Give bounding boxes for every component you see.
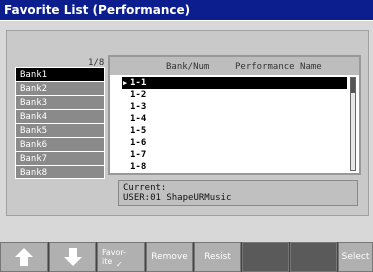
column-header-performance-name: Performance Name: [235, 62, 322, 72]
select-button[interactable]: Select: [338, 242, 373, 272]
bank-item[interactable]: Bank2: [15, 81, 105, 95]
scroll-up-button[interactable]: [0, 242, 48, 272]
list-item[interactable]: 1-3: [122, 101, 347, 113]
favorite-button[interactable]: Favor-ite ✓: [97, 242, 145, 272]
bank-item[interactable]: Bank1: [15, 67, 105, 81]
list-item[interactable]: 1-7: [122, 149, 347, 161]
empty-function-button[interactable]: [242, 242, 289, 272]
list-header: Bank/Num Performance Name: [110, 57, 359, 75]
scroll-down-button[interactable]: [49, 242, 96, 272]
bank-list: Bank1 Bank2 Bank3 Bank4 Bank5 Bank6 Bank…: [15, 67, 105, 179]
bank-item[interactable]: Bank8: [15, 165, 105, 179]
list-item[interactable]: 1-4: [122, 113, 347, 125]
window-title: Favorite List (Performance): [0, 0, 373, 21]
favorite-label-line1: Favor-: [102, 248, 127, 257]
current-label: Current:: [123, 183, 167, 193]
resist-button[interactable]: Resist: [194, 242, 241, 272]
list-item[interactable]: 1-5: [122, 125, 347, 137]
arrow-up-icon: [15, 248, 33, 266]
scrollbar-thumb[interactable]: [351, 78, 355, 93]
remove-button[interactable]: Remove: [146, 242, 193, 272]
list-item[interactable]: ▶ 1-1: [122, 77, 347, 89]
current-value: USER:01 ShapeURMusic: [123, 193, 232, 203]
list-item[interactable]: 1-6: [122, 137, 347, 149]
bank-item[interactable]: Bank7: [15, 151, 105, 165]
bank-item[interactable]: Bank4: [15, 109, 105, 123]
favorite-label-line2: ite: [102, 257, 113, 266]
cursor-arrow-icon: ▶: [123, 79, 128, 87]
bank-item[interactable]: Bank3: [15, 95, 105, 109]
list-item[interactable]: 1-2: [122, 89, 347, 101]
current-performance: Current: USER:01 ShapeURMusic: [118, 180, 358, 206]
bank-item[interactable]: Bank5: [15, 123, 105, 137]
performance-list: Bank/Num Performance Name ▶ 1-1 1-2 1-3 1…: [108, 55, 361, 175]
column-header-bank-num: Bank/Num: [166, 62, 210, 72]
list-scrollbar[interactable]: [350, 77, 356, 171]
check-icon: ✓: [116, 260, 123, 269]
empty-function-button[interactable]: [290, 242, 337, 272]
arrow-down-icon: [63, 248, 82, 266]
list-item[interactable]: 1-8: [122, 161, 347, 173]
bank-item[interactable]: Bank6: [15, 137, 105, 151]
